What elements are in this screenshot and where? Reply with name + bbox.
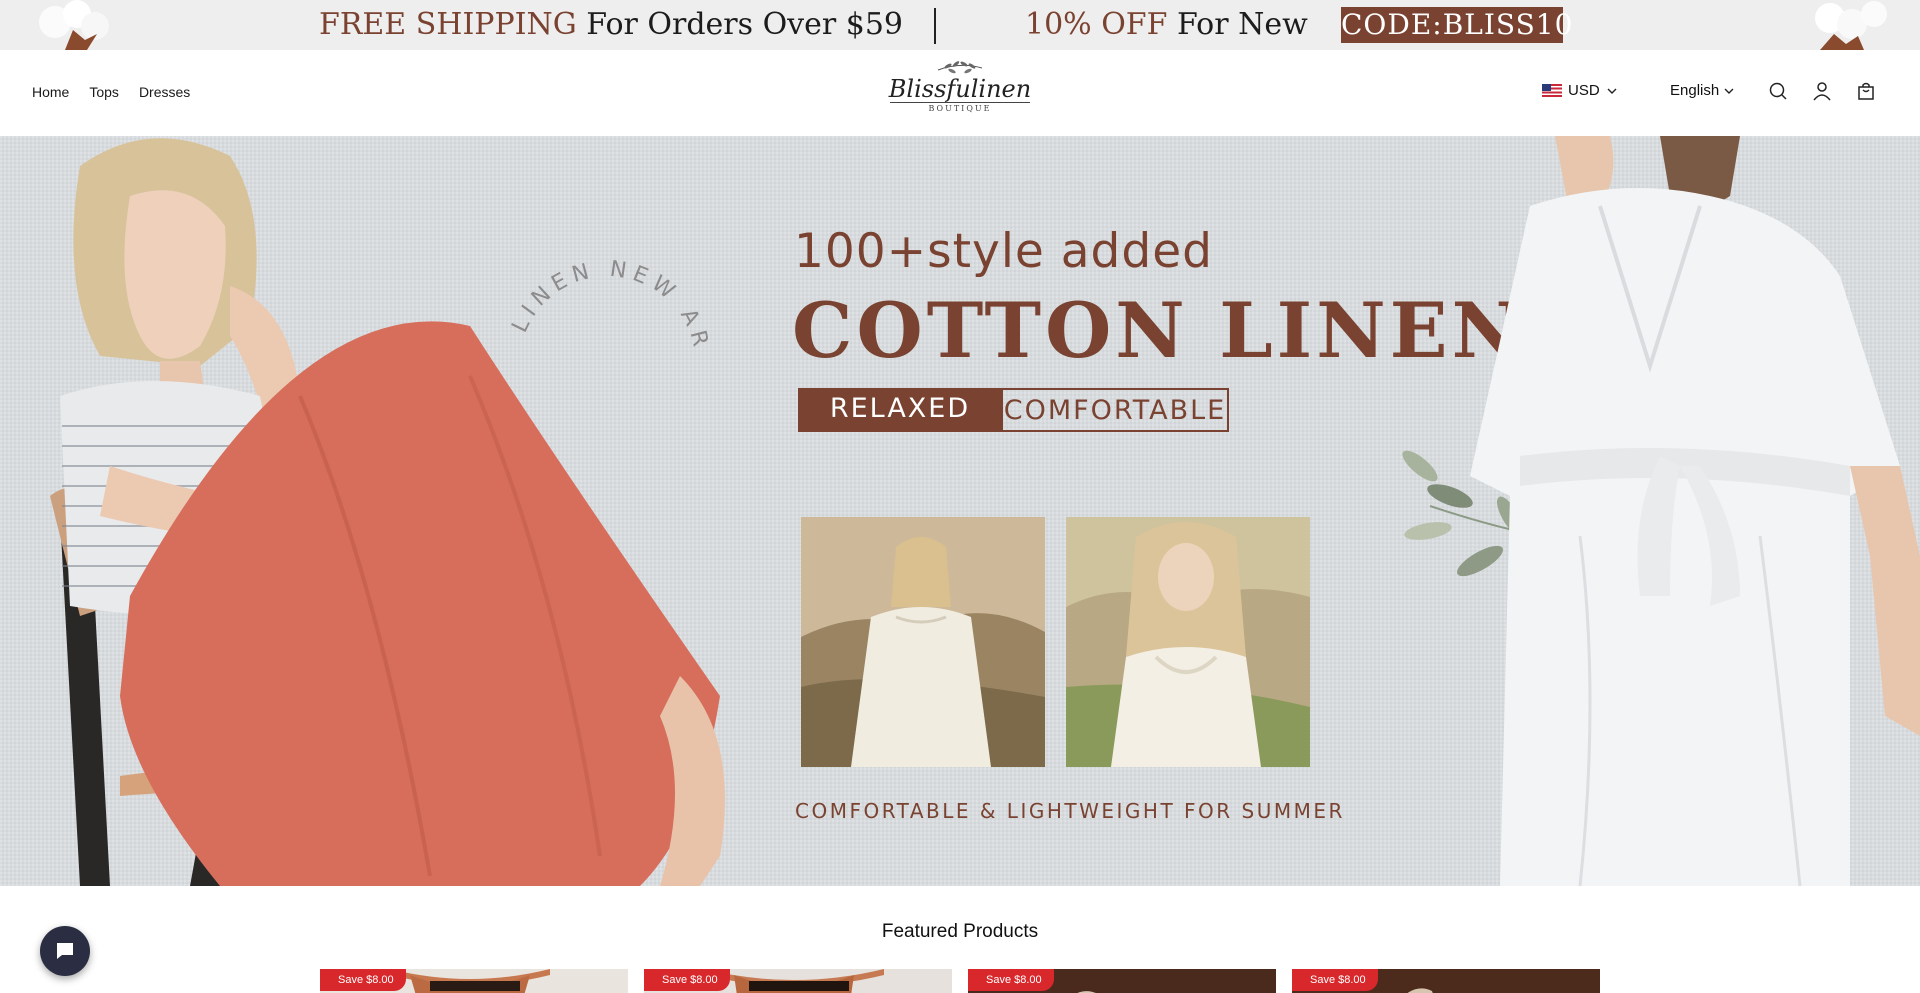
save-badge: Save $8.00	[320, 969, 406, 991]
product-card[interactable]: Save $8.00	[968, 969, 1276, 993]
currency-selector[interactable]: USD	[1542, 82, 1618, 99]
save-badge: Save $8.00	[644, 969, 730, 991]
cotton-decoration-right	[1815, 1, 1887, 50]
language-selector[interactable]: English	[1670, 82, 1735, 99]
leaf-logo-icon	[937, 61, 983, 74]
new-arrivals-arc: LINEN NEW ARRIVALS	[495, 204, 714, 355]
logo-subtitle: BOUTIQUE	[928, 104, 992, 113]
hero-model-right-image	[1402, 136, 1920, 886]
chevron-down-icon	[1607, 88, 1617, 94]
discount-promo-accent: 10% OFF	[1025, 7, 1168, 42]
hero-subtitle: 100+style added	[794, 224, 1213, 279]
nav-tops[interactable]: Tops	[89, 84, 119, 100]
hero-caption: COMFORTABLE & LIGHTWEIGHT FOR SUMMER	[795, 799, 1345, 823]
tag-comfortable: COMFORTABLE	[1001, 388, 1229, 432]
currency-label: USD	[1568, 82, 1600, 99]
camisole-model-photo	[1066, 517, 1310, 767]
logo-wordmark: Blissfulinen	[888, 75, 1032, 103]
promo-code-badge: CODE:BLISS10	[1341, 7, 1574, 43]
chevron-down-icon	[1724, 88, 1734, 94]
save-badge: Save $8.00	[968, 969, 1054, 991]
tag-relaxed: RELAXED	[798, 388, 1002, 432]
search-icon[interactable]	[1767, 80, 1789, 102]
featured-products-title: Featured Products	[881, 921, 1039, 942]
site-header: Home Tops Dresses Blissfulinen BOUTIQUE …	[0, 50, 1920, 136]
save-badge: Save $8.00	[1292, 969, 1378, 991]
hero-banner[interactable]: LINEN NEW ARRIVALS 100+style added COTTO…	[0, 136, 1920, 886]
shipping-promo-text: For Orders Over $59	[586, 7, 904, 42]
site-logo[interactable]: Blissfulinen BOUTIQUE	[888, 58, 1032, 128]
product-card[interactable]: Save $8.00	[644, 969, 952, 993]
shipping-promo-accent: FREE SHIPPING	[319, 7, 577, 42]
us-flag-icon	[1542, 84, 1562, 97]
announcement-bar: FREE SHIPPING For Orders Over $59 10% OF…	[0, 0, 1920, 50]
shipping-promo: FREE SHIPPING For Orders Over $59	[319, 4, 903, 46]
account-icon[interactable]	[1811, 80, 1833, 102]
cotton-decoration-left	[39, 0, 109, 50]
svg-text:LINEN NEW ARRIVALS: LINEN NEW ARRIVALS	[495, 204, 714, 355]
chat-button[interactable]	[40, 926, 90, 976]
chat-bubble-icon	[57, 943, 73, 959]
announcement-divider	[934, 8, 936, 44]
product-card[interactable]: Save $8.00	[320, 969, 628, 993]
arc-text-label: LINEN NEW ARRIVALS	[495, 204, 708, 355]
discount-promo: 10% OFF For New	[1025, 4, 1308, 46]
nav-home[interactable]: Home	[32, 84, 69, 100]
discount-promo-text: For New	[1177, 7, 1308, 42]
cart-icon[interactable]	[1855, 80, 1877, 102]
language-label: English	[1670, 82, 1720, 99]
nav-dresses[interactable]: Dresses	[139, 84, 190, 100]
blouse-model-photo	[801, 517, 1045, 767]
product-card[interactable]: Save $8.00	[1292, 969, 1600, 993]
main-nav: Home Tops Dresses	[32, 84, 190, 100]
